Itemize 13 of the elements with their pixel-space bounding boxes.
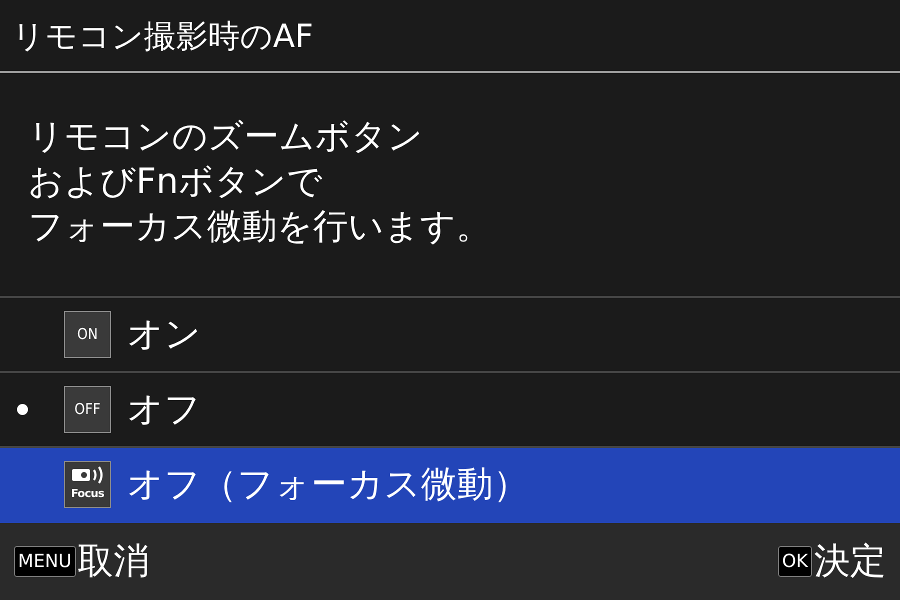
key-icon: OK [778, 546, 812, 578]
screen-title: リモコン撮影時のAF [12, 16, 314, 56]
key-icon: MENU [14, 546, 76, 578]
description-line: フォーカス微動を行います。 [28, 206, 492, 249]
menu-option[interactable]: Focus オフ（フォーカス微動） [0, 448, 900, 523]
footer-label: 決定 [814, 540, 886, 584]
footer-label: 取消 [78, 540, 150, 584]
focus-icon: Focus [64, 461, 111, 508]
option-icon: ON [64, 311, 111, 358]
menu-option[interactable]: ON オン [0, 298, 900, 373]
description-line: リモコンのズームボタン [28, 116, 424, 159]
description-line: およびFnボタンで [28, 161, 324, 204]
option-icon: OFF [64, 386, 111, 433]
